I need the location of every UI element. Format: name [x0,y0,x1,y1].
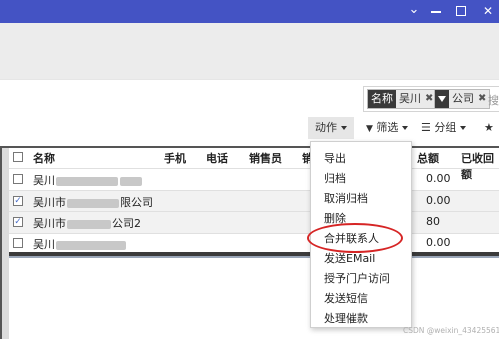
row-name: 吴川市 限公司 [33,196,153,209]
table-row[interactable]: ✓ 吴川市 限公司 0.00 [9,191,499,212]
menu-item-unarchive[interactable]: 取消归档 [324,190,368,206]
row-name: 吴川 [33,172,143,188]
select-all-checkbox[interactable] [13,152,23,162]
row-checkbox[interactable] [13,174,23,184]
divider [0,79,499,80]
facet-value: 公司 [452,92,474,105]
redacted-text [67,198,119,208]
table-row[interactable]: ✓ 吴川市 公司2 80 [9,212,499,233]
row-amount: 80 [426,215,440,228]
table-header: 名称 手机 电话 销售员 销 总额 已收回额 [9,148,499,181]
maximize-icon[interactable] [448,0,474,23]
search-facet-name[interactable]: 名称 吴川 ✖ [367,89,438,109]
search-input[interactable]: 搜 [488,92,499,108]
row-amount: 0.00 [426,172,451,185]
nav-area [0,23,499,79]
column-header[interactable]: 手机 [164,150,186,166]
action-button[interactable]: 动作 [308,117,354,139]
row-name: 吴川 [33,236,127,252]
menu-item-process-dunning[interactable]: 处理催款 [324,310,368,326]
table-row[interactable]: 吴川 0.00 [9,169,499,190]
column-header[interactable]: 销售员 [249,150,282,166]
row-checkbox[interactable] [13,238,23,248]
row-amount: 0.00 [426,194,451,207]
facet-value: 吴川 [399,92,421,105]
row-checkbox[interactable]: ✓ [13,196,23,206]
window-titlebar: ⌄ ✕ [0,0,499,23]
list-icon: ☰ [421,121,431,134]
redacted-text [56,176,118,186]
star-icon: ★ [484,121,494,134]
table-left-border [0,148,2,339]
column-header[interactable]: 电话 [206,150,228,166]
caret-down-icon [341,126,347,130]
table-footer-strip [9,256,499,258]
search-facet-filter[interactable]: 公司 ✖ [434,89,491,109]
action-label: 动作 [315,121,337,134]
redacted-text [56,240,126,250]
filter-label: 筛选 [376,121,399,134]
row-name: 吴川市 公司2 [33,217,141,230]
filter-icon: ▼ [366,124,373,134]
favorites-button[interactable]: ★ [484,117,494,139]
menu-item-export[interactable]: 导出 [324,150,346,166]
filter-button[interactable]: ▼ 筛选 [366,117,409,139]
row-amount: 0.00 [426,236,451,249]
row-checkbox[interactable]: ✓ [13,217,23,227]
menu-item-send-sms[interactable]: 发送短信 [324,290,368,306]
table-row[interactable]: 吴川 0.00 [9,233,499,254]
redacted-text [120,176,142,186]
caret-down-icon [402,126,409,130]
column-header[interactable]: 名称 [33,150,55,166]
group-by-button[interactable]: ☰ 分组 [421,117,467,139]
highlight-circle [307,223,403,253]
redacted-text [67,219,111,229]
caret-down-icon [460,126,467,130]
watermark: CSDN @weixin_43425561 [403,326,499,335]
minimize-icon[interactable] [423,0,449,23]
filter-icon [435,90,449,108]
column-header[interactable]: 总额 [417,150,439,166]
group-label: 分组 [434,121,457,134]
facet-label: 名称 [368,90,396,108]
close-icon[interactable]: ✕ [475,0,499,23]
menu-item-grant-portal-access[interactable]: 授予门户访问 [324,270,390,286]
menu-item-archive[interactable]: 归档 [324,170,346,186]
